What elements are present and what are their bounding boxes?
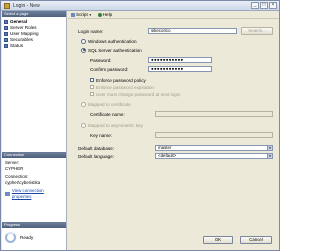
key-name-label: Key name: [90,132,112,138]
maximize-button[interactable]: □ [260,2,268,9]
toolbar: Script ▼ Help [68,11,279,19]
cert-name-label: Certificate name: [90,111,125,117]
login-name-label: Login name: [78,28,104,34]
progress-status: Ready [20,235,34,240]
page-icon [4,38,8,42]
app-icon [4,2,10,9]
sql-auth-radio[interactable] [81,47,86,53]
chevron-down-icon[interactable]: ▼ [267,154,272,158]
search-button[interactable]: Search... [241,27,273,35]
page-icon [4,20,8,24]
page-list: General Server Roles User Mapping Secura… [2,17,66,152]
help-icon [97,12,102,17]
close-button[interactable]: × [269,2,277,9]
windows-auth-radio[interactable] [81,38,86,44]
title-bar: Login - New _ □ × [1,1,279,11]
login-name-input[interactable]: sikecorico [148,28,237,34]
server-value: CYPHER [5,166,24,171]
cancel-button[interactable]: Cancel [240,236,272,244]
enforce-policy-checkbox[interactable] [90,78,94,82]
password-input[interactable]: ●●●●●●●●●●● [148,57,212,63]
confirm-password-input[interactable]: ●●●●●●●●●●● [148,66,212,72]
enforce-policy-option[interactable]: Enforce password policy [90,77,146,83]
page-icon [4,26,8,30]
page-item-status[interactable]: Status [4,43,64,49]
sql-auth-option[interactable]: SQL Server authentication [81,47,142,53]
help-button[interactable]: Help [97,12,112,17]
page-icon [4,44,8,48]
mapped-cert-option[interactable]: Mapped to certificate [81,101,131,107]
progress-spinner-icon [5,232,16,243]
cert-name-input[interactable] [155,111,273,117]
default-database-label: Default database: [78,145,115,151]
connection-info: Server: CYPHER Connection: cypher\cyberi… [2,158,66,222]
properties-icon [5,192,10,196]
general-page: Script ▼ Help Login name: sikecorico Sea… [68,11,279,250]
must-change-option[interactable]: User must change password at next login [90,91,180,97]
connection-value: cypher\cyberistika [5,180,41,185]
confirm-password-label: Confirm password: [90,66,129,72]
minimize-button[interactable]: _ [251,2,259,9]
left-panel: Select a page General Server Roles User … [2,11,67,250]
ok-button[interactable]: OK [203,236,233,244]
mapped-key-radio[interactable] [81,122,86,128]
default-language-label: Default language: [78,153,115,159]
default-language-select[interactable]: <default> ▼ [155,153,273,159]
mapped-cert-radio[interactable] [81,101,86,107]
key-name-input[interactable] [155,132,273,138]
enforce-expiration-checkbox[interactable] [90,85,94,89]
view-connection-properties-link[interactable]: View connection properties [5,188,63,200]
progress-info: Ready [2,228,66,247]
chevron-down-icon[interactable]: ▼ [267,146,272,150]
mapped-key-option[interactable]: Mapped to asymmetric key [81,122,143,128]
default-database-select[interactable]: master ▼ [155,145,273,151]
script-button[interactable]: Script ▼ [71,12,92,17]
window-title: Login - New [13,2,40,9]
password-label: Password: [90,57,112,63]
chevron-down-icon: ▼ [88,12,92,17]
page-icon [4,32,8,36]
login-new-window: Login - New _ □ × Select a page General … [0,0,280,251]
windows-auth-option[interactable]: Windows authentication [81,38,137,44]
script-icon [71,12,75,17]
enforce-expiration-option[interactable]: Enforce password expiration [90,84,154,90]
must-change-checkbox[interactable] [90,92,94,96]
